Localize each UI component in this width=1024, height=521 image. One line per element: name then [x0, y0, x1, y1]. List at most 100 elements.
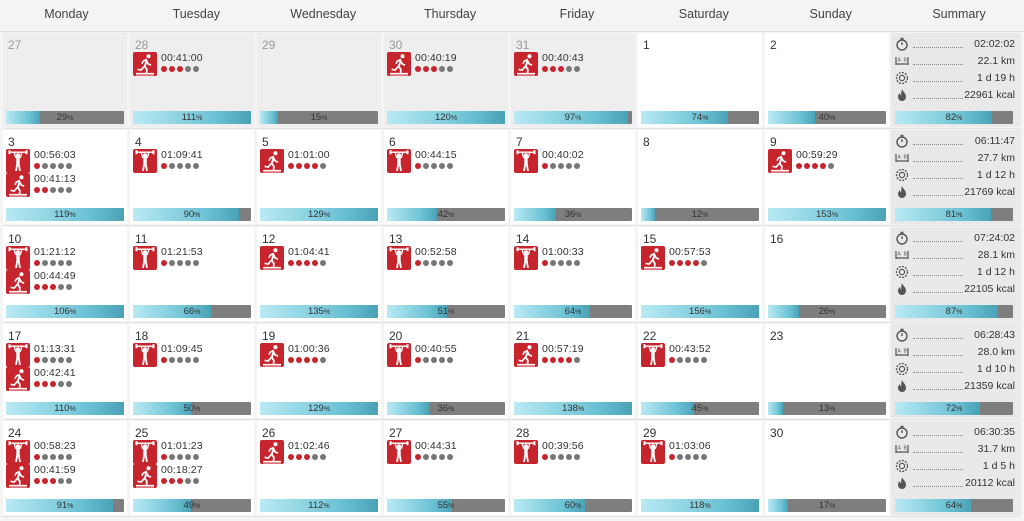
activity-entry[interactable]: 00:42:41	[6, 366, 124, 392]
day-cell[interactable]: 28 00:41:00 111%	[130, 33, 254, 127]
strength-training-icon[interactable]	[641, 440, 665, 464]
activity-entry[interactable]: 00:57:53	[641, 245, 759, 271]
day-cell[interactable]: 16 26%	[765, 227, 889, 321]
strength-training-icon[interactable]	[387, 149, 411, 173]
strength-training-icon[interactable]	[6, 246, 30, 270]
day-cell[interactable]: 2 40%	[765, 33, 889, 127]
day-cell[interactable]: 13 00:52:58 51%	[384, 227, 508, 321]
day-cell[interactable]: 4 01:09:41 90%	[130, 130, 254, 224]
day-cell[interactable]: 15 00:57:53 156%	[638, 227, 762, 321]
strength-training-icon[interactable]	[514, 440, 538, 464]
strength-training-icon[interactable]	[387, 343, 411, 367]
activity-entry[interactable]: 01:13:31	[6, 342, 124, 368]
day-cell[interactable]: 31 00:40:43 97%	[511, 33, 635, 127]
activity-entry[interactable]: 00:56:03	[6, 148, 124, 174]
strength-training-icon[interactable]	[387, 246, 411, 270]
activity-entry[interactable]: 01:21:53	[133, 245, 251, 271]
running-icon[interactable]	[6, 367, 30, 391]
strength-training-icon[interactable]	[6, 343, 30, 367]
activity-entry[interactable]: 00:44:31	[387, 439, 505, 465]
day-cell[interactable]: 12 01:04:41 135%	[257, 227, 381, 321]
activity-entry[interactable]: 00:40:19	[387, 51, 505, 77]
activity-entry[interactable]: 01:00:36	[260, 342, 378, 368]
activity-entry[interactable]: 00:40:02	[514, 148, 632, 174]
day-cell[interactable]: 29 01:03:06 118%	[638, 421, 762, 515]
activity-entry[interactable]: 00:40:55	[387, 342, 505, 368]
running-icon[interactable]	[768, 149, 792, 173]
day-cell[interactable]: 11 01:21:53 66%	[130, 227, 254, 321]
strength-training-icon[interactable]	[6, 440, 30, 464]
activity-entry[interactable]: 01:03:06	[641, 439, 759, 465]
activity-entry[interactable]: 00:41:59	[6, 463, 124, 489]
running-icon[interactable]	[260, 440, 284, 464]
strength-training-icon[interactable]	[514, 246, 538, 270]
strength-training-icon[interactable]	[133, 149, 157, 173]
activity-entry[interactable]: 00:41:00	[133, 51, 251, 77]
running-icon[interactable]	[260, 149, 284, 173]
day-cell[interactable]: 9 00:59:29 153%	[765, 130, 889, 224]
activity-entry[interactable]: 01:01:23	[133, 439, 251, 465]
activity-entry[interactable]: 01:04:41	[260, 245, 378, 271]
activity-entry[interactable]: 00:18:27	[133, 463, 251, 489]
day-cell[interactable]: 29 15%	[257, 33, 381, 127]
running-icon[interactable]	[641, 246, 665, 270]
day-cell[interactable]: 24 00:58:23 00:41:59 91%	[3, 421, 127, 515]
intensity-dot	[828, 163, 834, 169]
running-icon[interactable]	[387, 52, 411, 76]
day-cell[interactable]: 25 01:01:23 00:18:27 49%	[130, 421, 254, 515]
day-cell[interactable]: 23 13%	[765, 324, 889, 418]
day-cell[interactable]: 7 00:40:02 36%	[511, 130, 635, 224]
day-cell[interactable]: 14 01:00:33 64%	[511, 227, 635, 321]
activity-entry[interactable]: 01:09:45	[133, 342, 251, 368]
day-cell[interactable]: 20 00:40:55 36%	[384, 324, 508, 418]
activity-entry[interactable]: 00:58:23	[6, 439, 124, 465]
strength-training-icon[interactable]	[133, 440, 157, 464]
strength-training-icon[interactable]	[6, 149, 30, 173]
day-cell[interactable]: 19 01:00:36 129%	[257, 324, 381, 418]
activity-entry[interactable]: 00:40:43	[514, 51, 632, 77]
running-icon[interactable]	[260, 246, 284, 270]
day-cell[interactable]: 10 01:21:12 00:44:49 106%	[3, 227, 127, 321]
strength-training-icon[interactable]	[133, 246, 157, 270]
strength-training-icon[interactable]	[514, 149, 538, 173]
activity-entry[interactable]: 00:43:52	[641, 342, 759, 368]
day-cell[interactable]: 5 01:01:00 129%	[257, 130, 381, 224]
day-cell[interactable]: 21 00:57:19 138%	[511, 324, 635, 418]
activity-entry[interactable]: 00:44:49	[6, 269, 124, 295]
running-icon[interactable]	[6, 464, 30, 488]
day-cell[interactable]: 18 01:09:45 50%	[130, 324, 254, 418]
day-cell[interactable]: 27 00:44:31 55%	[384, 421, 508, 515]
day-cell[interactable]: 26 01:02:46 112%	[257, 421, 381, 515]
running-icon[interactable]	[6, 270, 30, 294]
day-cell[interactable]: 17 01:13:31 00:42:41 110%	[3, 324, 127, 418]
day-cell[interactable]: 22 00:43:52 45%	[638, 324, 762, 418]
day-cell[interactable]: 6 00:44:15 42%	[384, 130, 508, 224]
day-cell[interactable]: 28 00:39:56 60%	[511, 421, 635, 515]
strength-training-icon[interactable]	[133, 343, 157, 367]
day-cell[interactable]: 1 74%	[638, 33, 762, 127]
activity-entry[interactable]: 00:44:15	[387, 148, 505, 174]
day-cell[interactable]: 8 12%	[638, 130, 762, 224]
day-cell[interactable]: 30 00:40:19 120%	[384, 33, 508, 127]
day-cell[interactable]: 3 00:56:03 00:41:13 119%	[3, 130, 127, 224]
day-cell[interactable]: 27 29%	[3, 33, 127, 127]
day-cell[interactable]: 30 17%	[765, 421, 889, 515]
activity-entry[interactable]: 00:39:56	[514, 439, 632, 465]
activity-entry[interactable]: 00:57:19	[514, 342, 632, 368]
activity-entry[interactable]: 01:21:12	[6, 245, 124, 271]
activity-entry[interactable]: 01:00:33	[514, 245, 632, 271]
running-icon[interactable]	[133, 464, 157, 488]
activity-entry[interactable]: 00:59:29	[768, 148, 886, 174]
activity-entry[interactable]: 01:09:41	[133, 148, 251, 174]
activity-entry[interactable]: 00:41:13	[6, 172, 124, 198]
strength-training-icon[interactable]	[641, 343, 665, 367]
running-icon[interactable]	[260, 343, 284, 367]
activity-entry[interactable]: 01:02:46	[260, 439, 378, 465]
strength-training-icon[interactable]	[387, 440, 411, 464]
activity-entry[interactable]: 01:01:00	[260, 148, 378, 174]
running-icon[interactable]	[514, 343, 538, 367]
running-icon[interactable]	[6, 173, 30, 197]
running-icon[interactable]	[514, 52, 538, 76]
running-icon[interactable]	[133, 52, 157, 76]
activity-entry[interactable]: 00:52:58	[387, 245, 505, 271]
